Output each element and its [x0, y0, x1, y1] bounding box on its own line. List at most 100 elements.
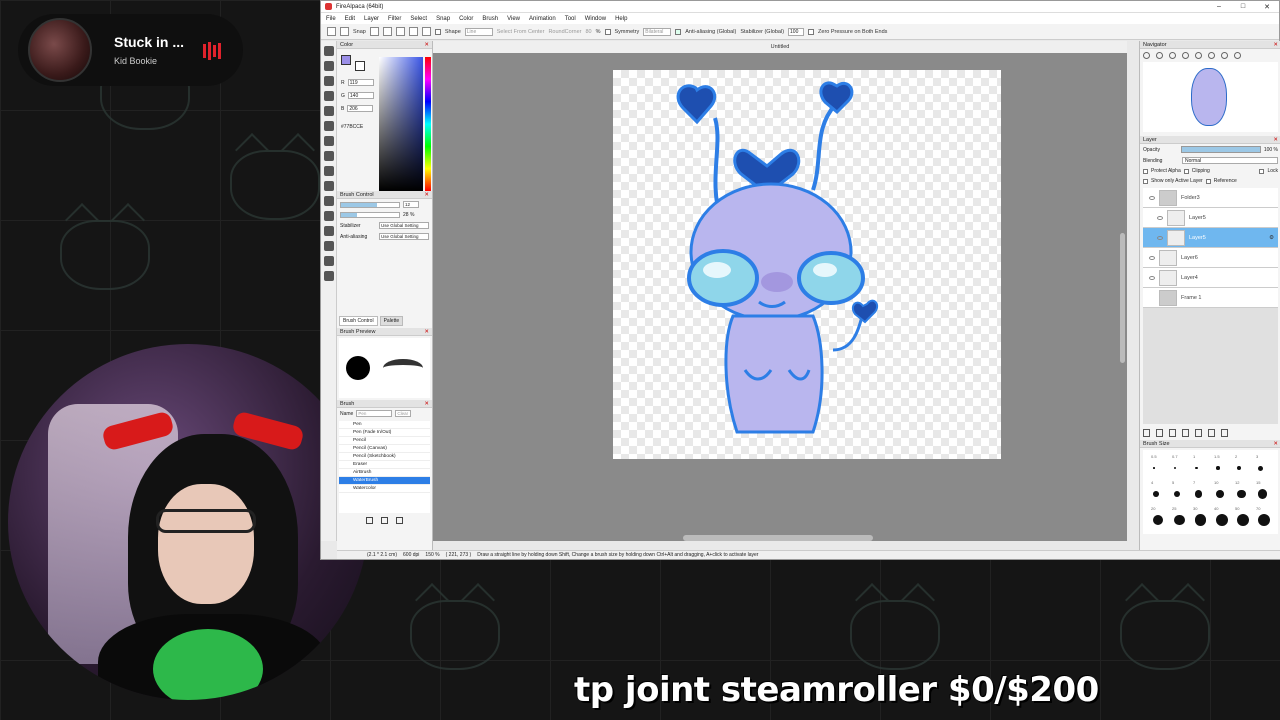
brush-item[interactable]: Pencil (Sketchbook): [339, 453, 430, 461]
brush-opacity-slider[interactable]: [340, 212, 400, 218]
menu-snap[interactable]: Snap: [436, 16, 450, 22]
new-layer-icon[interactable]: [1143, 429, 1150, 437]
move-tool-icon[interactable]: [324, 91, 334, 101]
operation-tool-icon[interactable]: [324, 226, 334, 236]
eyedropper-icon[interactable]: [324, 256, 334, 266]
canvas-area[interactable]: [433, 53, 1127, 541]
fit-icon[interactable]: [1169, 52, 1176, 59]
divide-tool-icon[interactable]: [324, 241, 334, 251]
brush-size-dot[interactable]: [1258, 465, 1263, 471]
stabilizer-dropdown[interactable]: Use Global Setting: [379, 222, 429, 229]
layer-row-folder3[interactable]: Folder3: [1143, 188, 1278, 208]
menu-filter[interactable]: Filter: [388, 16, 401, 22]
hex-value[interactable]: #77BCCE: [341, 124, 363, 130]
close-icon[interactable]: ✕: [1273, 441, 1278, 447]
background-color-swatch[interactable]: [355, 61, 365, 71]
layer-row-layer4[interactable]: Layer4: [1143, 268, 1278, 288]
close-icon[interactable]: ✕: [424, 329, 429, 335]
new-folder-icon[interactable]: [1182, 429, 1189, 437]
close-icon[interactable]: ✕: [1273, 42, 1278, 48]
document-tab[interactable]: Untitled: [433, 41, 1127, 53]
brush-item[interactable]: Pencil (Canvas): [339, 445, 430, 453]
zoom-out-icon[interactable]: [1156, 52, 1163, 59]
fill-tool-icon[interactable]: [324, 106, 334, 116]
stabilizer-select[interactable]: 100: [788, 27, 805, 36]
lasso-tool-icon[interactable]: [324, 166, 334, 176]
brush-delete-icon[interactable]: [396, 517, 403, 524]
new-1bit-layer-icon[interactable]: [1169, 429, 1176, 437]
text-tool-icon[interactable]: [324, 211, 334, 221]
layer-row-layer5[interactable]: Layer5: [1143, 208, 1278, 228]
gradient-tool-icon[interactable]: [324, 136, 334, 146]
close-button[interactable]: ✕: [1255, 3, 1279, 11]
visibility-icon[interactable]: [1149, 275, 1155, 280]
select-pen-icon[interactable]: [324, 196, 334, 206]
menu-brush[interactable]: Brush: [482, 16, 498, 22]
bucket-tool-icon[interactable]: [324, 121, 334, 131]
g-input[interactable]: 140: [347, 92, 374, 99]
menu-file[interactable]: File: [326, 16, 336, 22]
symmetry-checkbox[interactable]: [604, 28, 611, 35]
snap-circle-icon[interactable]: [421, 27, 431, 36]
brush-size-dot[interactable]: [1216, 490, 1224, 498]
rotate-left-icon[interactable]: [1195, 52, 1202, 59]
brush-size-value[interactable]: 12: [403, 201, 419, 208]
menu-tool[interactable]: Tool: [565, 16, 576, 22]
saturation-value-picker[interactable]: [379, 57, 423, 191]
brush-size-dot[interactable]: [1153, 515, 1163, 525]
tab-palette[interactable]: Palette: [379, 316, 404, 326]
menu-select[interactable]: Select: [410, 16, 427, 22]
snap-cross-icon[interactable]: [408, 27, 418, 36]
snap-grid-icon[interactable]: [382, 27, 392, 36]
brush-item[interactable]: Pen (Fade In/Out): [339, 429, 430, 437]
brush-name-input[interactable]: Pen: [356, 410, 393, 417]
visibility-icon[interactable]: [1149, 195, 1155, 200]
brush-size-dot[interactable]: [1174, 466, 1177, 470]
select-tool-icon[interactable]: [324, 151, 334, 161]
brush-item-selected[interactable]: WaterBrush: [339, 477, 430, 485]
round-corner-value[interactable]: 80: [585, 29, 591, 35]
brush-size-dot[interactable]: [1195, 466, 1198, 470]
eraser-tool-icon[interactable]: [324, 61, 334, 71]
duplicate-layer-icon[interactable]: [1195, 429, 1202, 437]
menu-animation[interactable]: Animation: [529, 16, 556, 22]
close-icon[interactable]: ✕: [424, 401, 429, 407]
navigator-thumbnail[interactable]: [1143, 62, 1278, 132]
snap-off-icon[interactable]: [369, 27, 379, 36]
rotate-right-icon[interactable]: [1221, 52, 1228, 59]
b-input[interactable]: 206: [347, 105, 374, 112]
brush-item[interactable]: Pencil: [339, 437, 430, 445]
brush-size-dot[interactable]: [1258, 514, 1270, 526]
menu-help[interactable]: Help: [615, 16, 627, 22]
brush-size-dot[interactable]: [1237, 465, 1242, 471]
layer-row-layer5-selected[interactable]: Layer5 ⚙: [1143, 228, 1278, 248]
shape-checkbox[interactable]: [434, 28, 441, 35]
brush-item[interactable]: Pen: [339, 421, 430, 429]
brush-clear-button[interactable]: Clear: [395, 410, 412, 417]
layer-row-frame1[interactable]: Frame 1: [1143, 288, 1278, 308]
brush-folder-icon[interactable]: [366, 517, 373, 524]
brush-size-dot[interactable]: [1216, 514, 1228, 526]
dot-tool-icon[interactable]: [324, 76, 334, 86]
shape-select[interactable]: Line: [464, 27, 493, 36]
drawing-canvas[interactable]: [613, 70, 1001, 459]
brush-size-slider[interactable]: [340, 201, 400, 208]
brush-size-dot[interactable]: [1174, 490, 1181, 498]
brush-size-dot[interactable]: [1237, 514, 1249, 526]
vertical-scrollbar[interactable]: [1120, 233, 1125, 363]
menu-color[interactable]: Color: [459, 16, 473, 22]
visibility-icon[interactable]: [1157, 235, 1163, 240]
brush-size-dot[interactable]: [1153, 491, 1159, 497]
brush-size-dot[interactable]: [1153, 467, 1155, 469]
brush-size-dot[interactable]: [1237, 489, 1246, 499]
layer-row-layer6[interactable]: Layer6: [1143, 248, 1278, 268]
foreground-color-swatch[interactable]: [341, 55, 351, 65]
menu-window[interactable]: Window: [585, 16, 606, 22]
minimize-button[interactable]: –: [1207, 3, 1231, 11]
prev-frame-icon[interactable]: [327, 27, 336, 36]
antialias-dropdown[interactable]: Use Global Setting: [379, 233, 429, 240]
next-frame-icon[interactable]: [340, 27, 349, 36]
gear-icon[interactable]: ⚙: [1269, 235, 1274, 241]
brush-size-dot[interactable]: [1216, 466, 1220, 470]
brush-duplicate-icon[interactable]: [381, 517, 388, 524]
